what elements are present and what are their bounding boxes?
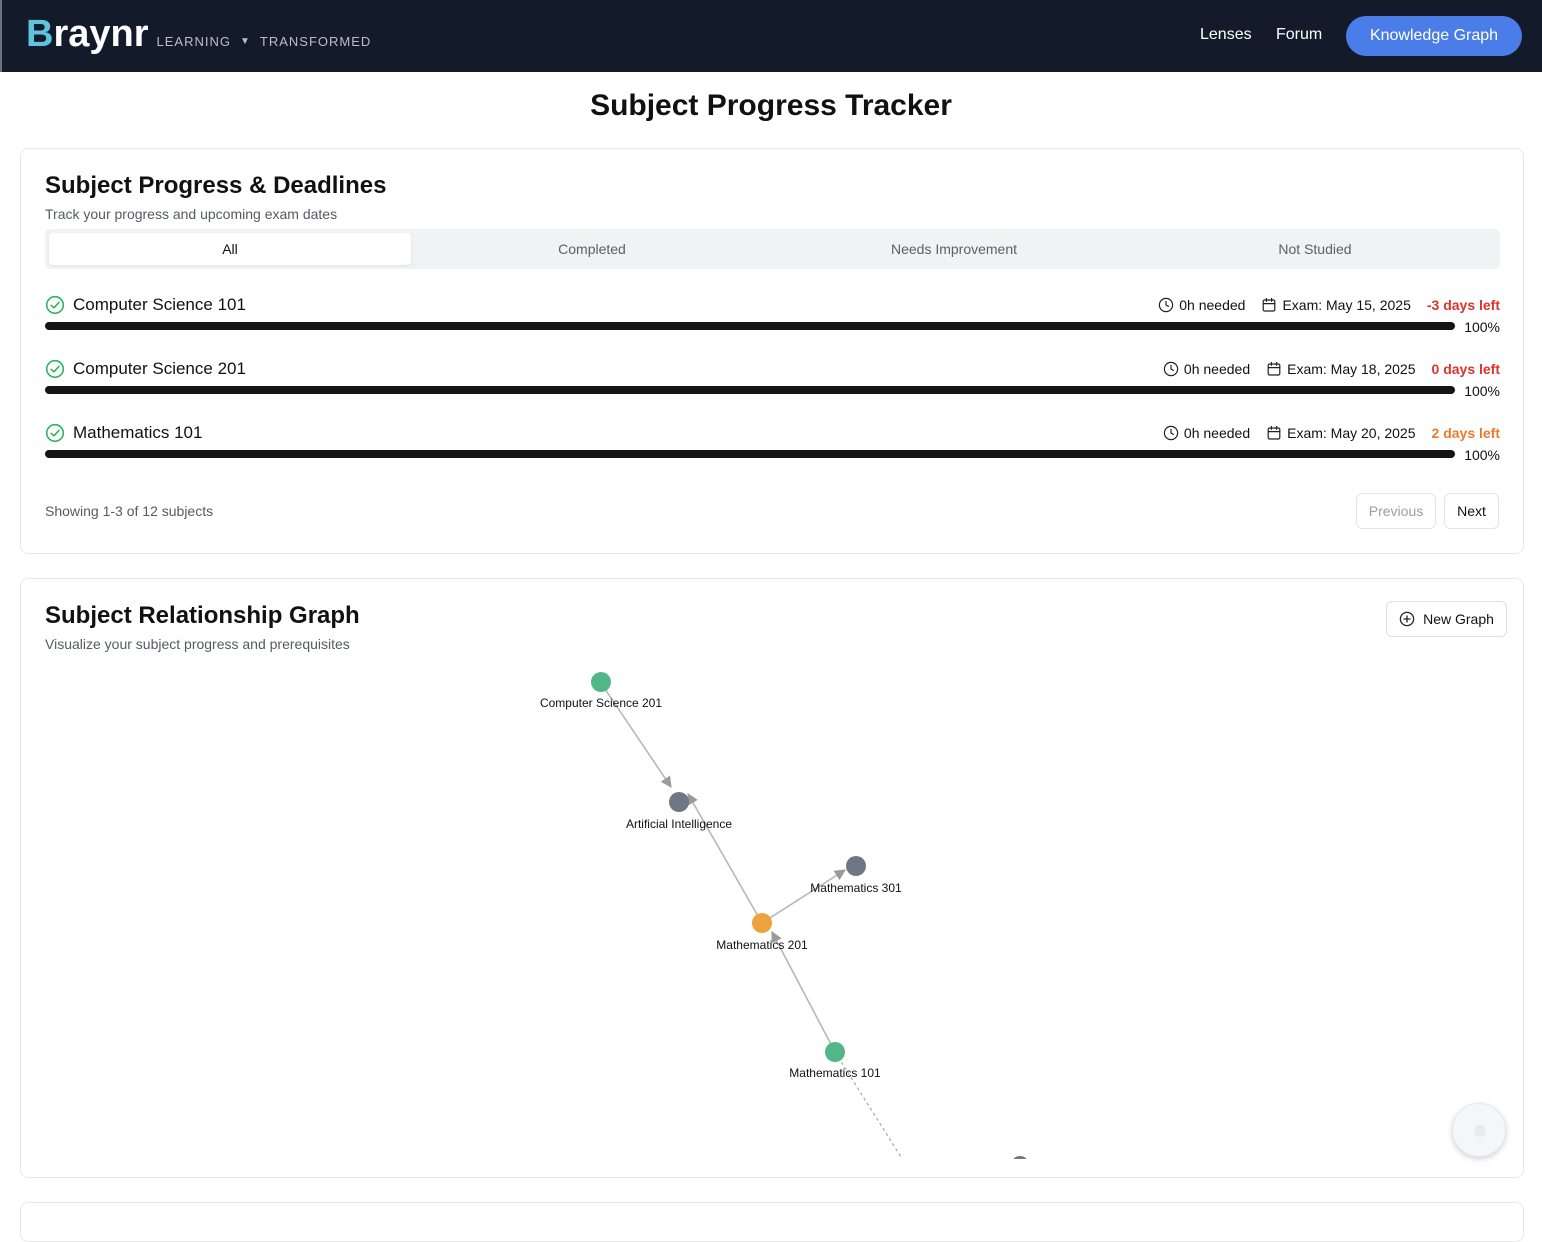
calendar-icon (1267, 361, 1281, 376)
subject-meta: 0h needed Exam: May 18, 2025 0 days left (1147, 359, 1500, 379)
tab-needs-improvement[interactable]: Needs Improvement (773, 233, 1135, 265)
node-label: Mathematics 201 (716, 938, 808, 952)
progress-bar-fill (45, 322, 1455, 330)
check-circle-icon (45, 295, 65, 315)
tab-all[interactable]: All (49, 233, 411, 265)
subject-meta: 0h needed Exam: May 15, 2025 -3 days lef… (1142, 295, 1500, 315)
hours-text: 0h needed (1183, 425, 1251, 441)
exam-date: Exam: May 18, 2025 (1266, 361, 1416, 377)
hours-needed: 0h needed (1163, 361, 1250, 377)
plus-circle-icon (1399, 611, 1415, 627)
subject-name: Computer Science 201 (73, 359, 246, 378)
graph-node-offscreen[interactable] (1011, 1156, 1029, 1159)
hours-text: 0h needed (1179, 297, 1246, 313)
graph-node-mathematics-201[interactable]: Mathematics 201 (716, 913, 808, 952)
brand-letter-b: B (26, 13, 54, 55)
graph-node-mathematics-101[interactable]: Mathematics 101 (789, 1042, 881, 1080)
progress-bar (45, 450, 1455, 458)
graph-card-subtitle: Visualize your subject progress and prer… (45, 636, 350, 652)
subject-row[interactable]: Computer Science 201 0h needed Exam: May… (45, 359, 1500, 407)
node-circle[interactable] (846, 856, 866, 876)
subject-graph-card: Subject Relationship Graph Visualize you… (20, 578, 1524, 1178)
subject-meta: 0h needed Exam: May 20, 2025 2 days left (1147, 423, 1500, 443)
node-circle[interactable] (669, 792, 689, 812)
brand-logo[interactable]: B raynr LEARNING ▼ TRANSFORMED (26, 14, 371, 54)
edge-math201-to-ai (687, 793, 763, 924)
node-label: Computer Science 201 (540, 696, 662, 710)
exam-date: Exam: May 20, 2025 (1266, 425, 1416, 441)
clock-icon (1163, 425, 1179, 441)
page-title: Subject Progress Tracker (590, 89, 952, 122)
node-circle[interactable] (825, 1042, 845, 1062)
graph-node-computer-science-201[interactable]: Computer Science 201 (540, 672, 662, 710)
progress-card-subtitle: Track your progress and upcoming exam da… (45, 206, 338, 222)
exam-text: Exam: May 15, 2025 (1282, 297, 1411, 313)
brand-name: raynr (53, 13, 149, 55)
graph-node-mathematics-301[interactable]: Mathematics 301 (810, 856, 902, 895)
progress-percent: 100% (1464, 447, 1500, 463)
next-page-button[interactable]: Next (1444, 493, 1499, 529)
nav-link-forum[interactable]: Forum (1276, 25, 1322, 45)
knowledge-graph-button[interactable]: Knowledge Graph (1346, 16, 1522, 56)
progress-percent: 100% (1464, 319, 1500, 335)
check-circle-icon (45, 423, 65, 443)
graph-node-artificial-intelligence[interactable]: Artificial Intelligence (626, 792, 732, 831)
exam-text: Exam: May 18, 2025 (1287, 361, 1416, 377)
node-label: Artificial Intelligence (626, 817, 732, 831)
node-label: Mathematics 301 (810, 881, 902, 895)
progress-bar (45, 386, 1455, 394)
subject-row[interactable]: Mathematics 101 0h needed Exam: May 20, … (45, 423, 1500, 471)
node-label: Mathematics 101 (789, 1066, 881, 1080)
clock-icon (1159, 297, 1174, 313)
progress-bar-fill (45, 386, 1455, 394)
subject-row[interactable]: Computer Science 101 0h needed Exam: May… (45, 295, 1500, 343)
exam-date: Exam: May 15, 2025 (1261, 297, 1411, 313)
tagline-right: TRANSFORMED (259, 34, 372, 49)
previous-page-button[interactable]: Previous (1356, 493, 1436, 529)
new-graph-label: New Graph (1423, 611, 1494, 627)
tagline-left: LEARNING (156, 34, 231, 49)
graph-card-title: Subject Relationship Graph (45, 602, 360, 629)
nav-link-lenses[interactable]: Lenses (1200, 25, 1252, 45)
new-graph-button[interactable]: New Graph (1386, 601, 1507, 637)
calendar-icon (1263, 297, 1276, 312)
subject-relationship-graph[interactable]: Computer Science 201 Artificial Intellig… (21, 659, 1523, 1159)
exam-text: Exam: May 20, 2025 (1287, 425, 1416, 441)
subject-name: Mathematics 101 (73, 423, 203, 442)
check-circle-icon (45, 359, 65, 379)
tab-not-studied[interactable]: Not Studied (1134, 233, 1496, 265)
dot-icon (1474, 1125, 1486, 1137)
filter-tabs: All Completed Needs Improvement Not Stud… (45, 229, 1500, 269)
progress-percent: 100% (1464, 383, 1500, 399)
edge-math201-to-math301 (761, 869, 846, 924)
top-navigation-bar: B raynr LEARNING ▼ TRANSFORMED Lenses Fo… (0, 0, 1542, 72)
progress-card-title: Subject Progress & Deadlines (45, 172, 387, 199)
hours-text: 0h needed (1183, 361, 1251, 377)
subject-name: Computer Science 101 (73, 295, 246, 314)
hours-needed: 0h needed (1158, 297, 1245, 313)
days-left: -3 days left (1426, 297, 1500, 313)
tab-completed[interactable]: Completed (411, 233, 773, 265)
brand-tagline: LEARNING ▼ TRANSFORMED (157, 34, 372, 49)
calendar-icon (1267, 425, 1281, 440)
node-circle[interactable] (591, 672, 611, 692)
node-circle[interactable] (752, 913, 772, 933)
floating-action-button[interactable] (1452, 1103, 1506, 1157)
progress-bar-fill (45, 450, 1455, 458)
hours-needed: 0h needed (1163, 425, 1250, 441)
subject-progress-card: Subject Progress & Deadlines Track your … (20, 148, 1524, 554)
triangle-down-icon: ▼ (239, 36, 251, 47)
progress-bar (45, 322, 1455, 330)
days-left: 0 days left (1431, 361, 1500, 377)
clock-icon (1163, 361, 1179, 377)
days-left: 2 days left (1431, 425, 1500, 441)
pagination-summary: Showing 1-3 of 12 subjects (45, 503, 214, 519)
next-section-card (20, 1202, 1524, 1242)
